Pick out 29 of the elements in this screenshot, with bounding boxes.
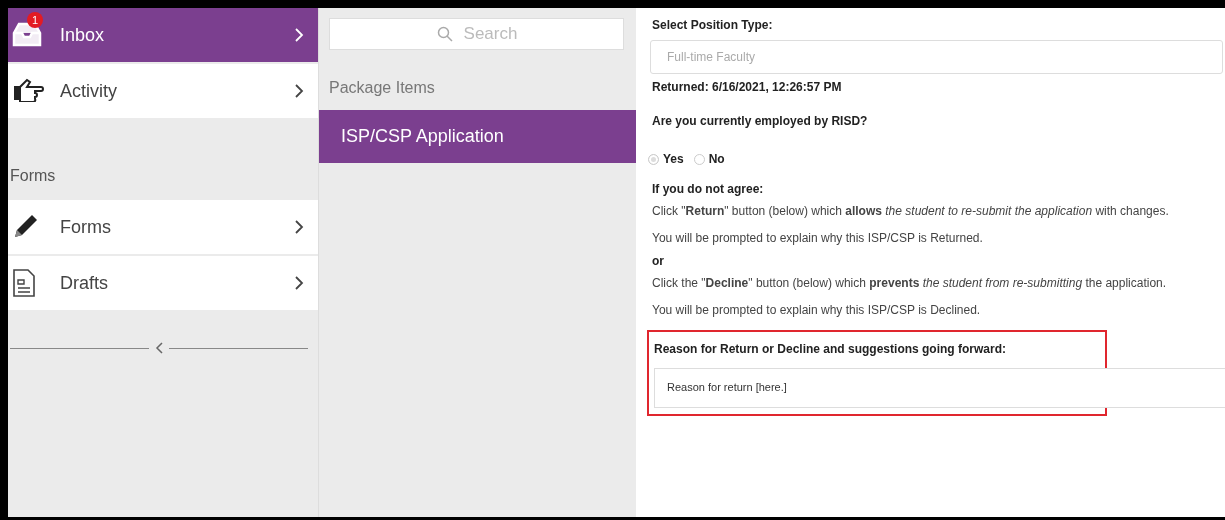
sidebar-item[interactable]: Forms — [8, 200, 318, 254]
notification-badge: 1 — [27, 12, 43, 28]
radio-option[interactable]: No — [693, 150, 725, 168]
chevron-right-icon — [295, 84, 304, 98]
sidebar-item[interactable]: 1 Inbox — [8, 8, 318, 62]
pointing-hand-icon — [12, 78, 44, 103]
search-field[interactable]: Search — [329, 18, 624, 50]
chevron-right-icon — [295, 28, 304, 42]
field-label: Select Position Type: — [652, 17, 774, 34]
section-heading: Package Items — [328, 78, 436, 98]
instruction-text: Click "Return" button (below) which allows the student to re-submit the application with changes. — [652, 202, 1170, 220]
question-label: Are you currently employed by RISD? — [652, 113, 869, 130]
instruction-heading: or — [652, 252, 665, 270]
chevron-right-icon — [295, 220, 304, 234]
instruction-text: You will be prompted to explain why this ISP/CSP is Declined. — [652, 301, 982, 319]
radio-option[interactable]: Yes — [648, 150, 684, 168]
reason-label: Reason for Return or Decline and suggestions going forward: — [654, 340, 1008, 358]
package-item[interactable]: ISP/CSP Application — [319, 110, 636, 163]
returned-date: Returned: 6/16/2021, 12:26:57 PM — [652, 79, 843, 96]
document-icon — [12, 268, 36, 298]
instruction-text: Click the "Decline" button (below) which prevents the student from re-submitting the application. — [652, 274, 1168, 292]
instruction-heading: If you do not agree: — [652, 180, 765, 198]
reason-field[interactable]: Reason for return [here.] — [654, 367, 1225, 408]
instruction-text: You will be prompted to explain why this ISP/CSP is Returned. — [652, 229, 984, 247]
sidebar-item[interactable]: Drafts — [8, 256, 318, 310]
section-heading: Forms — [9, 166, 57, 186]
collapse-button[interactable] — [155, 342, 163, 354]
chevron-right-icon — [295, 276, 304, 290]
sidebar-item[interactable]: Activity — [8, 64, 318, 118]
